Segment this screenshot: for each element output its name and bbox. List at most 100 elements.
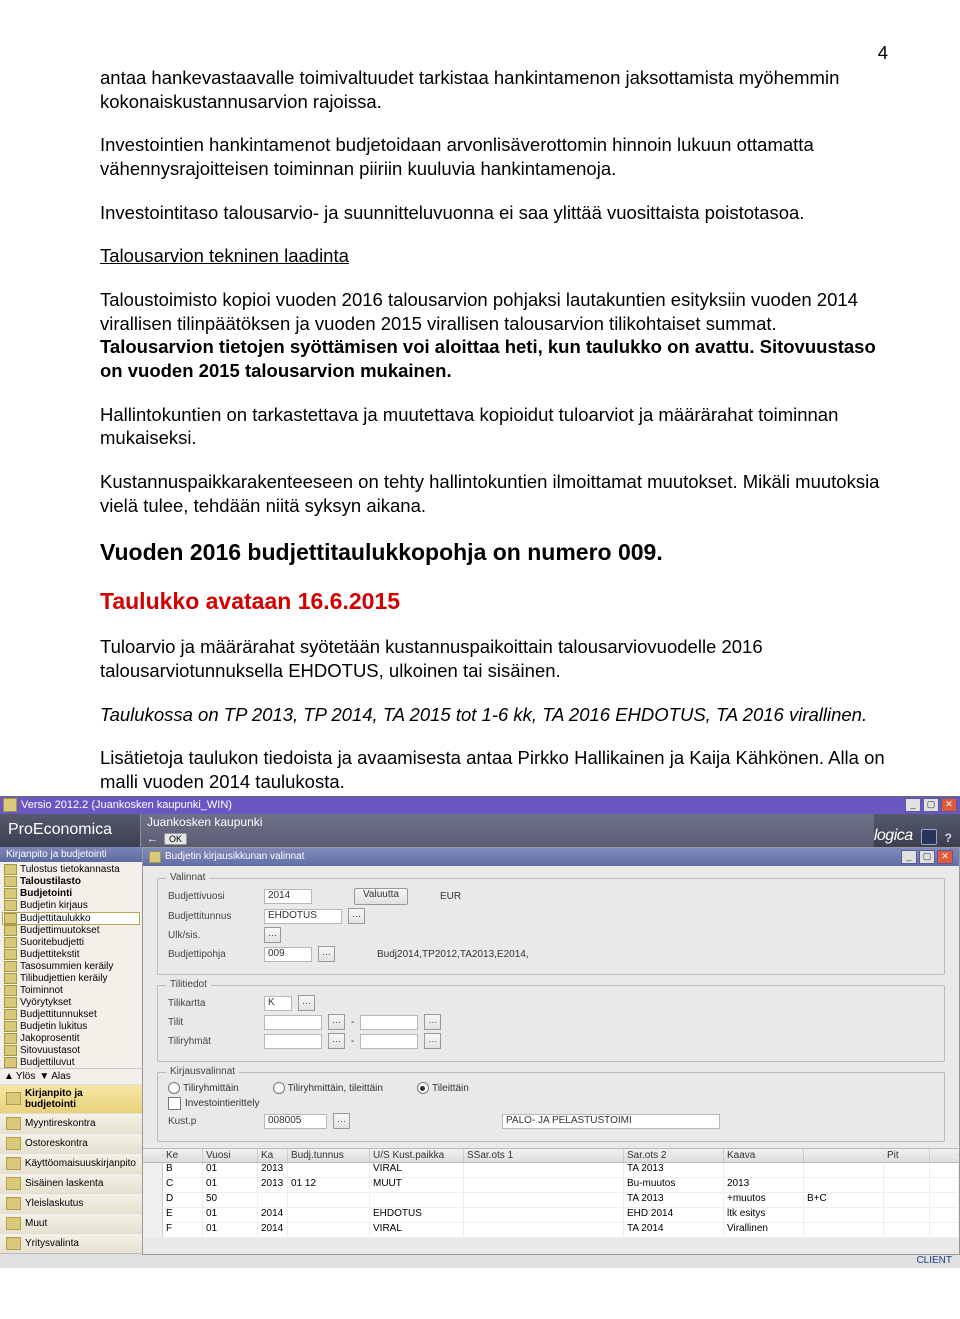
inner-window-titlebar[interactable]: Budjetin kirjausikkunan valinnat _ ▢ ✕ — [143, 848, 959, 866]
module-icon — [6, 1092, 21, 1105]
picker-icon[interactable]: ⋯ — [264, 927, 281, 943]
sidebar-item-label: Tilibudjettien keräily — [20, 973, 107, 984]
table-cell: TA 2013 — [624, 1163, 724, 1178]
inner-minimize-button[interactable]: _ — [901, 850, 917, 864]
table-header-cell[interactable] — [804, 1154, 884, 1156]
nav-down[interactable]: ▼Alas — [39, 1071, 70, 1082]
input-kustp[interactable]: 008005 — [264, 1114, 327, 1129]
input-tilit-from[interactable] — [264, 1015, 322, 1030]
sidebar-module[interactable]: Kirjanpito ja budjetointi — [0, 1084, 142, 1113]
table-row[interactable]: E012014EHDOTUSEHD 2014ltk esitys — [143, 1208, 959, 1223]
sidebar-module[interactable]: Sisäinen laskenta — [0, 1173, 142, 1193]
picker-icon[interactable]: ⋯ — [348, 908, 365, 924]
table-header-cell[interactable]: Pit — [884, 1149, 930, 1162]
table-header-cell[interactable] — [143, 1154, 163, 1156]
radio-tileittain[interactable]: Tileittäin — [417, 1082, 469, 1094]
header-right: logica ? — [874, 814, 960, 847]
checkbox-investointierittely[interactable]: Investointierittely — [168, 1097, 259, 1110]
picker-icon[interactable]: ⋯ — [298, 995, 315, 1011]
picker-icon[interactable]: ⋯ — [328, 1033, 345, 1049]
table-row[interactable]: D50TA 2013+muutosB+C — [143, 1193, 959, 1208]
input-tilikartta[interactable]: K — [264, 996, 292, 1011]
sidebar-module-label: Yleislaskutus — [25, 1198, 83, 1209]
table-cell — [370, 1193, 464, 1208]
paragraph: Kustannuspaikkarakenteeseen on tehty hal… — [100, 470, 888, 517]
table-cell — [143, 1193, 163, 1208]
table-header-cell[interactable]: Kaava — [724, 1149, 804, 1162]
nav-up[interactable]: ▲Ylös — [4, 1071, 35, 1082]
table-row[interactable]: B012013VIRALTA 2013 — [143, 1163, 959, 1178]
table-cell — [884, 1208, 930, 1223]
table-cell — [258, 1193, 288, 1208]
input-budjettitunnus[interactable]: EHDOTUS — [264, 909, 342, 924]
input-budjettipohja[interactable]: 009 — [264, 947, 312, 962]
app-window: Versio 2012.2 (Juankosken kaupunki_WIN) … — [0, 796, 960, 1268]
input-tiliryhmat-to[interactable] — [360, 1034, 418, 1049]
table-header-cell[interactable]: Ke — [163, 1149, 203, 1162]
maximize-button[interactable]: ▢ — [923, 798, 939, 812]
sidebar-module[interactable]: Ostoreskontra — [0, 1133, 142, 1153]
sidebar-item[interactable]: Budjettimuutokset — [2, 925, 140, 937]
table-row[interactable]: C01201301 12MUUTBu-muutos2013 — [143, 1178, 959, 1193]
table-cell — [884, 1178, 930, 1193]
table-cell: TA 2013 — [624, 1193, 724, 1208]
folder-icon — [4, 985, 17, 996]
sidebar-item[interactable]: Budjetin lukitus — [2, 1021, 140, 1033]
sidebar-item[interactable]: Toiminnot — [2, 985, 140, 997]
input-tilit-to[interactable] — [360, 1015, 418, 1030]
picker-icon[interactable]: ⋯ — [424, 1033, 441, 1049]
back-icon[interactable]: ← — [147, 833, 158, 845]
sidebar-item[interactable]: Budjettitunnukset — [2, 1009, 140, 1021]
settings-icon[interactable] — [921, 829, 937, 845]
sidebar-module[interactable]: Käyttöomaisuuskirjanpito — [0, 1153, 142, 1173]
table-header-cell[interactable]: Ka — [258, 1149, 288, 1162]
sidebar-item[interactable]: Taloustilasto — [2, 876, 140, 888]
table-cell: 2013 — [258, 1163, 288, 1178]
picker-icon[interactable]: ⋯ — [333, 1113, 350, 1129]
minimize-button[interactable]: _ — [905, 798, 921, 812]
table-header: KeVuosiKaBudj.tunnusU/S Kust.paikkaSSar.… — [143, 1149, 959, 1163]
table-header-cell[interactable] — [930, 1154, 959, 1156]
help-icon[interactable]: ? — [945, 831, 952, 845]
sidebar-item[interactable]: Tasosummien keräily — [2, 961, 140, 973]
app-header: ProEconomica Juankosken kaupunki ← OK lo… — [0, 814, 960, 847]
button-valuutta[interactable]: Valuutta — [354, 888, 408, 905]
table-cell: 2013 — [258, 1178, 288, 1193]
input-budjettivuosi[interactable]: 2014 — [264, 889, 312, 904]
inner-maximize-button[interactable]: ▢ — [919, 850, 935, 864]
table-header-cell[interactable]: U/S Kust.paikka — [370, 1149, 464, 1162]
window-titlebar[interactable]: Versio 2012.2 (Juankosken kaupunki_WIN) … — [0, 797, 960, 814]
sidebar-module[interactable]: Muut — [0, 1213, 142, 1233]
sidebar-module[interactable]: Yleislaskutus — [0, 1193, 142, 1213]
ok-button[interactable]: OK — [164, 833, 187, 845]
radio-tiliryhmittain-tileittain[interactable]: Tiliryhmittäin, tileittäin — [273, 1082, 383, 1094]
sidebar-module[interactable]: Myyntireskontra — [0, 1113, 142, 1133]
table-header-cell[interactable]: Budj.tunnus — [288, 1149, 370, 1162]
sidebar-item[interactable]: Budjetointi — [2, 888, 140, 900]
sidebar-item[interactable]: Budjetin kirjaus — [2, 900, 140, 912]
arrow-up-icon: ▲ — [4, 1071, 14, 1082]
input-tiliryhmat-from[interactable] — [264, 1034, 322, 1049]
sidebar-item[interactable]: Vyörytykset — [2, 997, 140, 1009]
sidebar-item-label: Toiminnot — [20, 985, 63, 996]
picker-icon[interactable]: ⋯ — [318, 946, 335, 962]
table-row[interactable]: F012014VIRALTA 2014Virallinen — [143, 1223, 959, 1238]
sidebar-item[interactable]: Tilibudjettien keräily — [2, 973, 140, 985]
table-header-cell[interactable]: Sar.ots 2 — [624, 1149, 724, 1162]
close-button[interactable]: ✕ — [941, 798, 957, 812]
sidebar-item[interactable]: Tulostus tietokannasta — [2, 864, 140, 876]
sidebar-item[interactable]: Sitovuustasot — [2, 1045, 140, 1057]
inner-close-button[interactable]: ✕ — [937, 850, 953, 864]
radio-tiliryhmittain[interactable]: Tiliryhmittäin — [168, 1082, 239, 1094]
sidebar-module[interactable]: Yritysvalinta — [0, 1233, 142, 1253]
sidebar-item[interactable]: Budjettitekstit — [2, 949, 140, 961]
sidebar-item[interactable]: Budjettitaulukko — [2, 912, 140, 925]
table-header-cell[interactable]: Vuosi — [203, 1149, 258, 1162]
picker-icon[interactable]: ⋯ — [424, 1014, 441, 1030]
folder-icon — [4, 1057, 17, 1068]
sidebar-item[interactable]: Suoritebudjetti — [2, 937, 140, 949]
sidebar-item[interactable]: Jakoprosentit — [2, 1033, 140, 1045]
picker-icon[interactable]: ⋯ — [328, 1014, 345, 1030]
table-header-cell[interactable]: SSar.ots 1 — [464, 1149, 624, 1162]
sidebar-item[interactable]: Budjettiluvut — [2, 1057, 140, 1068]
